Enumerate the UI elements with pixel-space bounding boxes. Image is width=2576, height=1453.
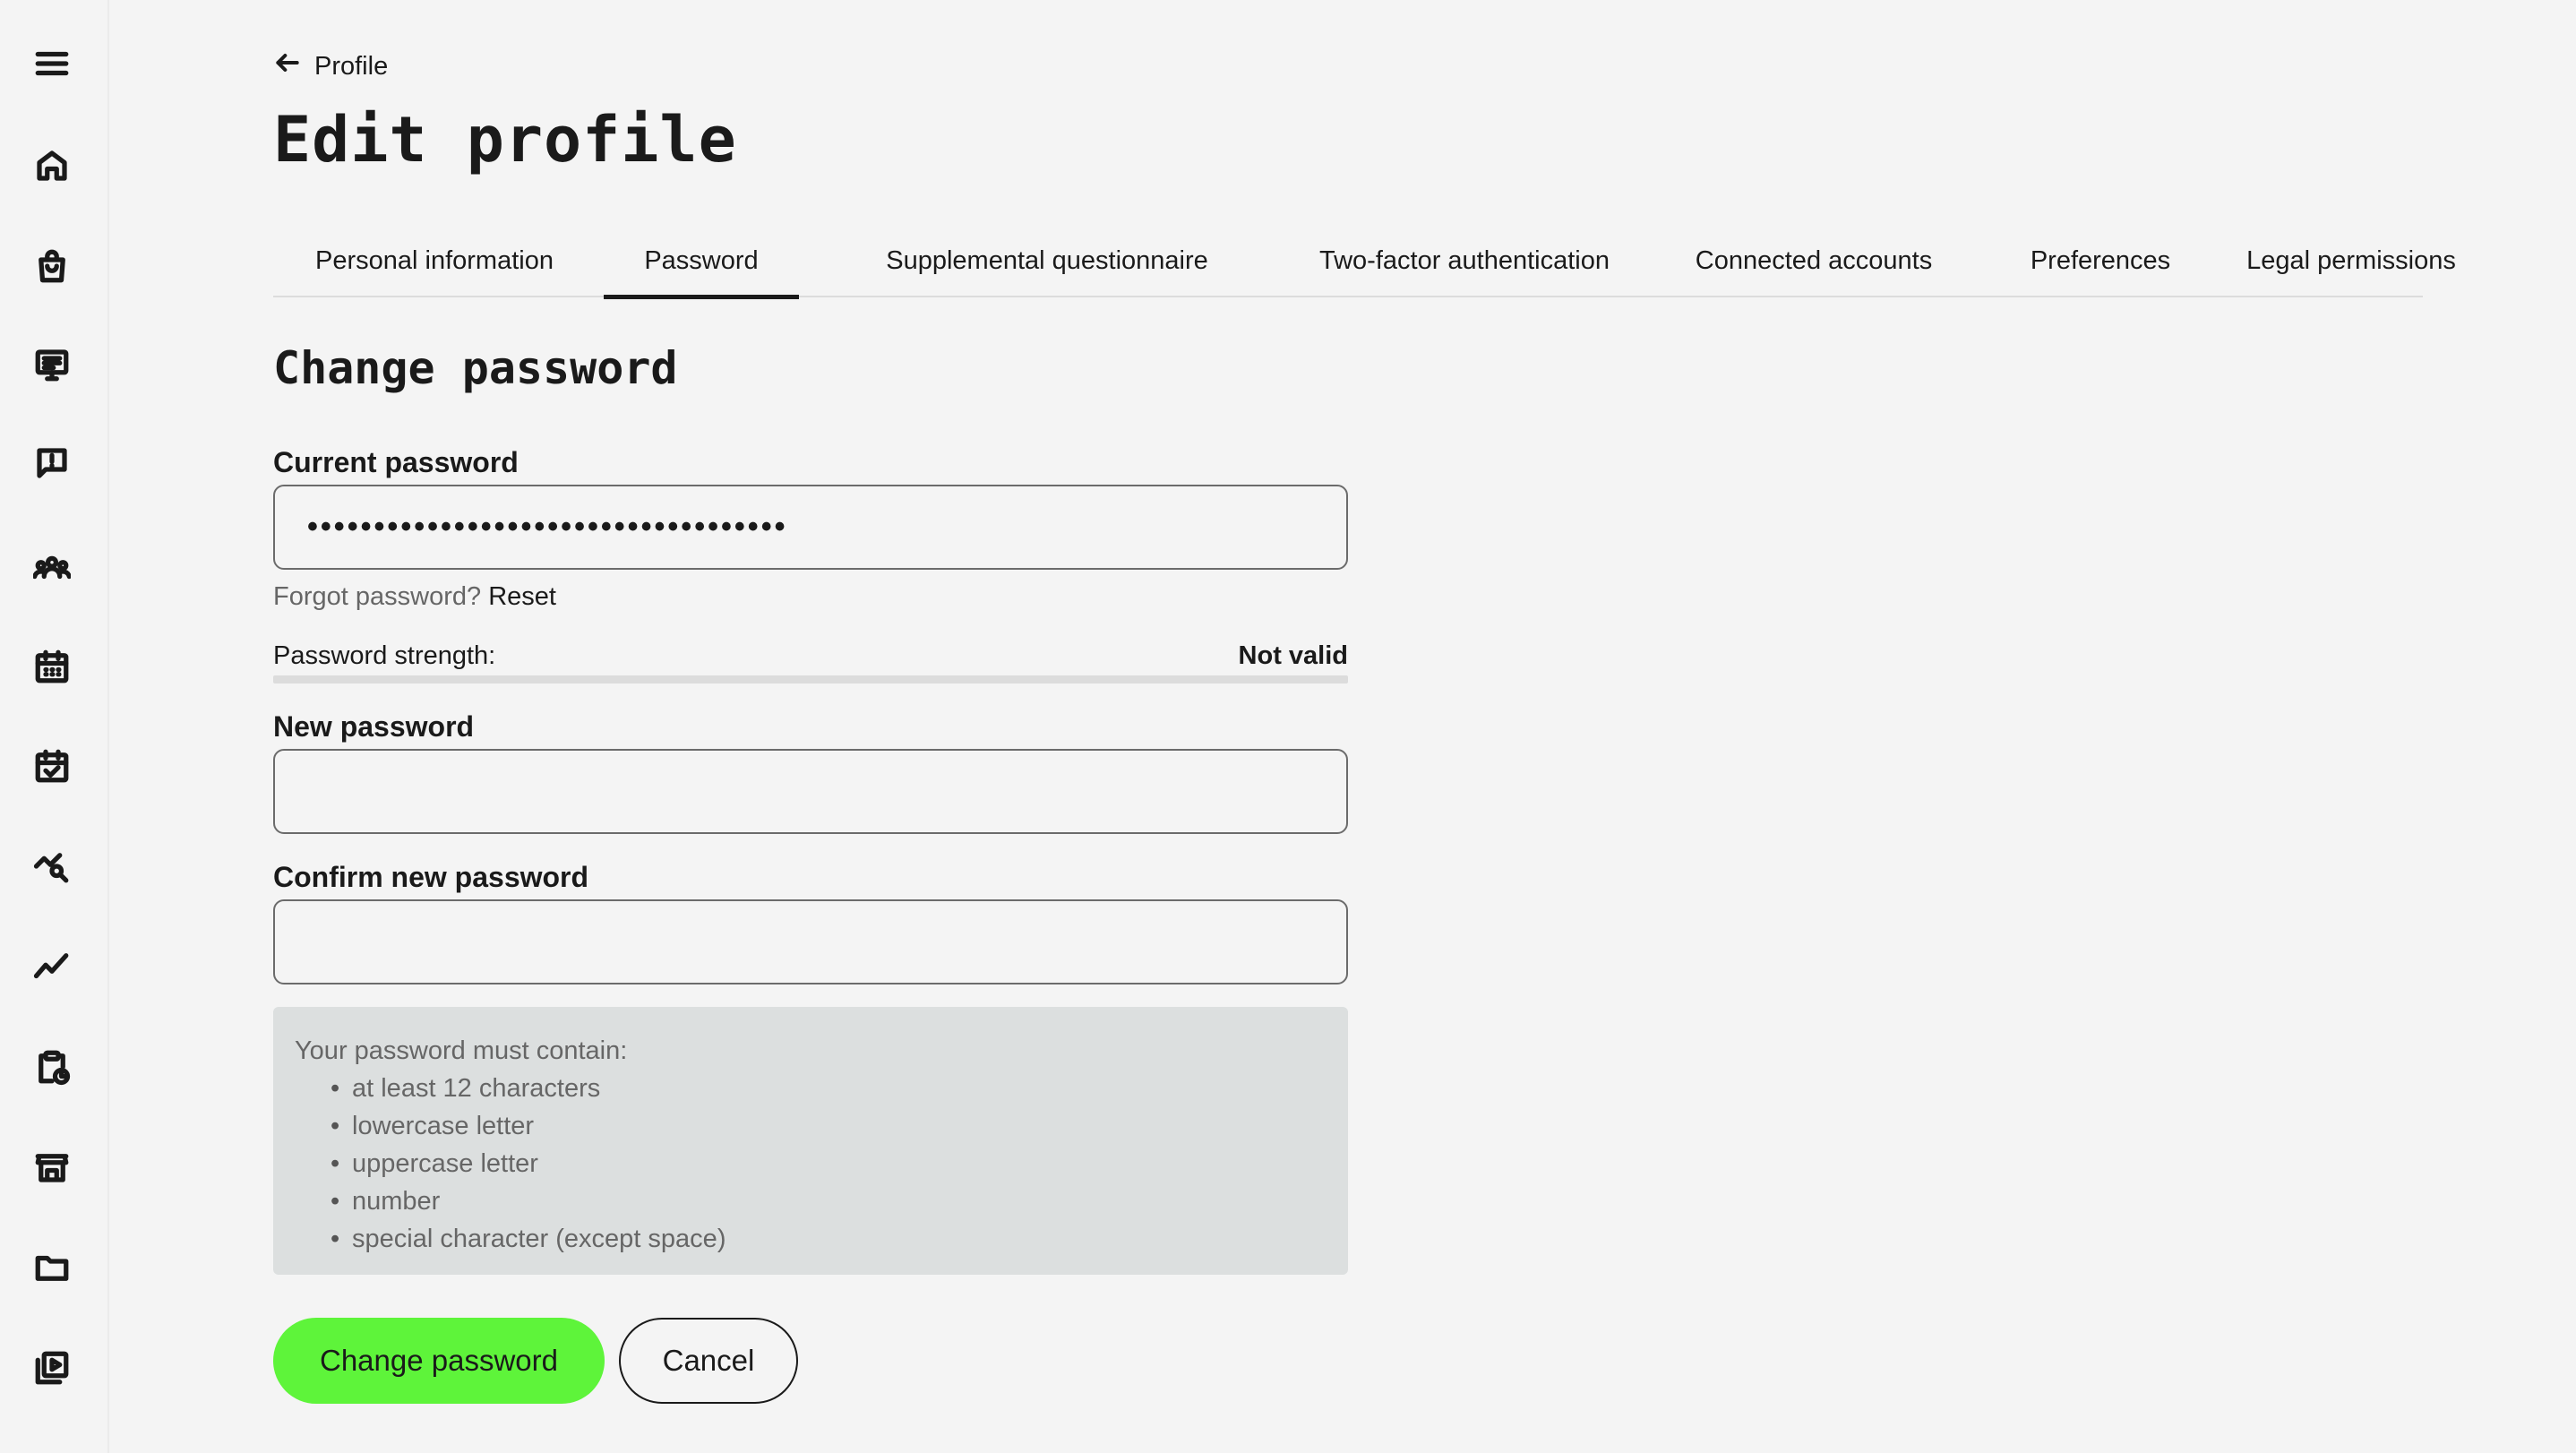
tab-supplemental-questionnaire[interactable]: Supplemental questionnaire xyxy=(811,224,1284,297)
team-icon[interactable] xyxy=(30,545,74,589)
arrow-left-icon xyxy=(273,48,302,84)
requirement-item: special character (except space) xyxy=(331,1220,1327,1258)
password-requirements: Your password must contain: at least 12 … xyxy=(273,1007,1348,1275)
video-library-icon[interactable] xyxy=(30,1346,74,1390)
cancel-button[interactable]: Cancel xyxy=(619,1318,798,1404)
back-link-label: Profile xyxy=(314,51,389,81)
requirement-item: lowercase letter xyxy=(331,1107,1327,1145)
monitor-list-icon[interactable] xyxy=(30,342,74,387)
password-strength-value: Not valid xyxy=(1238,641,1348,670)
change-password-button[interactable]: Change password xyxy=(273,1318,605,1404)
new-password-label: New password xyxy=(273,710,475,743)
requirement-item: at least 12 characters xyxy=(331,1070,1327,1107)
current-password-label: Current password xyxy=(273,446,519,478)
shopping-bag-icon[interactable] xyxy=(30,244,74,288)
search-chart-icon[interactable] xyxy=(30,844,74,889)
tab-two-factor-authentication[interactable]: Two-factor authentication xyxy=(1258,224,1670,297)
tab-password[interactable]: Password xyxy=(604,224,799,299)
calendar-icon[interactable] xyxy=(30,644,74,689)
requirements-heading: Your password must contain: xyxy=(295,1036,628,1065)
requirement-item: number xyxy=(331,1182,1327,1220)
requirement-item: uppercase letter xyxy=(331,1145,1327,1182)
trend-line-icon[interactable] xyxy=(30,944,74,989)
current-password-input[interactable]: •••••••••••••••••••••••••••••••••••• xyxy=(273,485,1348,570)
reset-password-link[interactable]: Reset xyxy=(488,582,556,611)
password-strength-label: Password strength: xyxy=(273,641,496,670)
calendar-check-icon[interactable] xyxy=(30,744,74,788)
new-password-input[interactable] xyxy=(273,749,1348,834)
page-title: Edit profile xyxy=(273,103,737,176)
store-icon[interactable] xyxy=(30,1145,74,1190)
menu-icon[interactable] xyxy=(30,41,74,86)
clipboard-clock-icon[interactable] xyxy=(30,1045,74,1089)
back-to-profile-link[interactable]: Profile xyxy=(273,50,388,82)
folder-icon[interactable] xyxy=(30,1245,74,1290)
sidebar xyxy=(0,0,109,1453)
confirm-password-label: Confirm new password xyxy=(273,861,589,893)
tab-preferences[interactable]: Preferences xyxy=(1975,224,2226,297)
alert-message-icon[interactable] xyxy=(30,441,74,486)
password-strength-bar xyxy=(273,675,1348,684)
current-password-value: •••••••••••••••••••••••••••••••••••• xyxy=(307,510,788,544)
profile-tabs: Personal information Password Supplement… xyxy=(273,224,2456,299)
requirements-list: at least 12 characters lowercase letter … xyxy=(295,1070,1327,1258)
section-title: Change password xyxy=(273,342,678,394)
forgot-password-text: Forgot password? xyxy=(273,582,482,611)
home-icon[interactable] xyxy=(30,143,74,188)
tab-legal-permissions[interactable]: Legal permissions xyxy=(2199,224,2503,297)
confirm-password-input[interactable] xyxy=(273,899,1348,984)
forgot-password-row: Forgot password? Reset xyxy=(273,582,556,612)
tab-connected-accounts[interactable]: Connected accounts xyxy=(1635,224,1993,297)
tab-personal-information[interactable]: Personal information xyxy=(273,224,596,297)
